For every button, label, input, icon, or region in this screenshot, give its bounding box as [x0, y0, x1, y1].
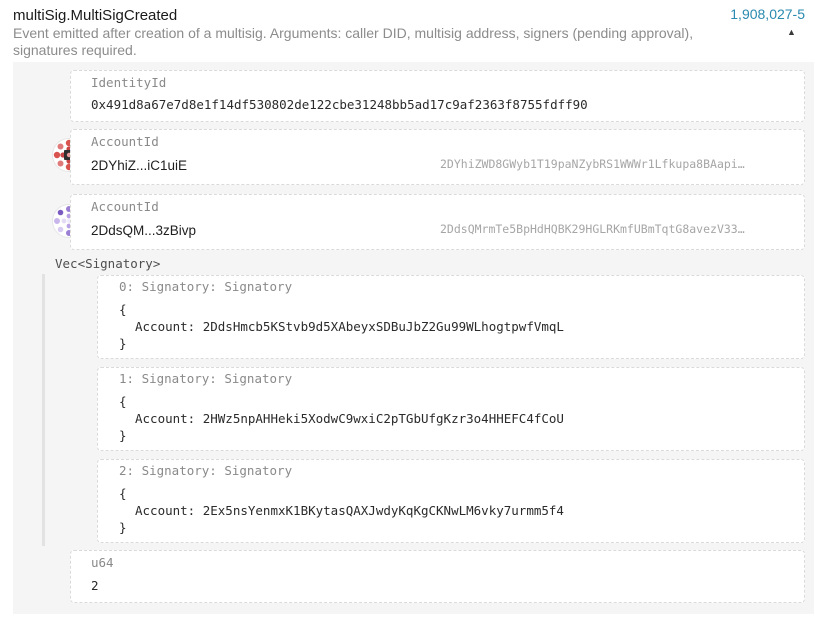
event-title: multiSig.MultiSigCreated [13, 7, 178, 24]
param-type-label: AccountId [91, 134, 159, 149]
signatories-vec-label: Vec<Signatory> [55, 256, 161, 271]
identity-value: 0x491d8a67e7d8e1f14df530802de122cbe31248… [91, 97, 588, 112]
account-full-address: 2DYhiZWD8GWyb1T19paNZybRS1WWWr1Lfkupa8BA… [440, 157, 745, 171]
signatory-account: Account: 2DdsHmcb5KStvb9d5XAbeyxSDBuJbZ2… [135, 319, 564, 334]
signatory-label: 0: Signatory: Signatory [119, 279, 293, 294]
signatory-close-brace: } [119, 336, 127, 351]
signatory-account: Account: 2HWz5npAHHeki5XodwC9wxiC2pTGbUf… [135, 411, 564, 426]
signatory-label: 1: Signatory: Signatory [119, 371, 293, 386]
block-reference-link[interactable]: 1,908,027-5 [730, 6, 805, 22]
param-type-label: AccountId [91, 199, 159, 214]
account-short-address[interactable]: 2DdsQM...3zBivp [91, 223, 196, 238]
signatory-open-brace: { [119, 486, 127, 501]
signatory-close-brace: } [119, 428, 127, 443]
account-short-address[interactable]: 2DYhiZ...iC1uiE [91, 158, 187, 173]
param-u64-card: u64 2 [70, 550, 805, 603]
event-description: Event emitted after creation of a multis… [13, 25, 694, 58]
account-full-address: 2DdsQMrmTe5BpHdHQBK29HGLRKmfUBmTqtG8avez… [440, 222, 745, 236]
signatory-open-brace: { [119, 302, 127, 317]
signatory-close-brace: } [119, 520, 127, 535]
signatory-open-brace: { [119, 394, 127, 409]
signatures-required-value: 2 [91, 578, 99, 593]
param-type-label: u64 [91, 555, 114, 570]
signatory-card: 0: Signatory: Signatory { Account: 2DdsH… [97, 275, 805, 359]
vec-indent-rule [42, 274, 45, 546]
event-header[interactable]: multiSig.MultiSigCreated 1,908,027-5 Eve… [0, 0, 815, 62]
caret-up-icon[interactable]: ▲ [787, 27, 796, 37]
param-identity-card: IdentityId 0x491d8a67e7d8e1f14df530802de… [70, 70, 805, 122]
param-type-label: IdentityId [91, 75, 167, 90]
param-account-card: AccountId 2DYhiZ...iC1uiE 2DYhiZWD8GWyb1… [70, 129, 805, 185]
signatory-card: 2: Signatory: Signatory { Account: 2Ex5n… [97, 459, 805, 543]
param-account-card: AccountId 2DdsQM...3zBivp 2DdsQMrmTe5BpH… [70, 194, 805, 250]
event-params-panel: IdentityId 0x491d8a67e7d8e1f14df530802de… [13, 62, 814, 614]
signatory-account: Account: 2Ex5nsYenmxK1BKytasQAXJwdyKqKgC… [135, 503, 564, 518]
signatory-label: 2: Signatory: Signatory [119, 463, 293, 478]
signatory-card: 1: Signatory: Signatory { Account: 2HWz5… [97, 367, 805, 451]
